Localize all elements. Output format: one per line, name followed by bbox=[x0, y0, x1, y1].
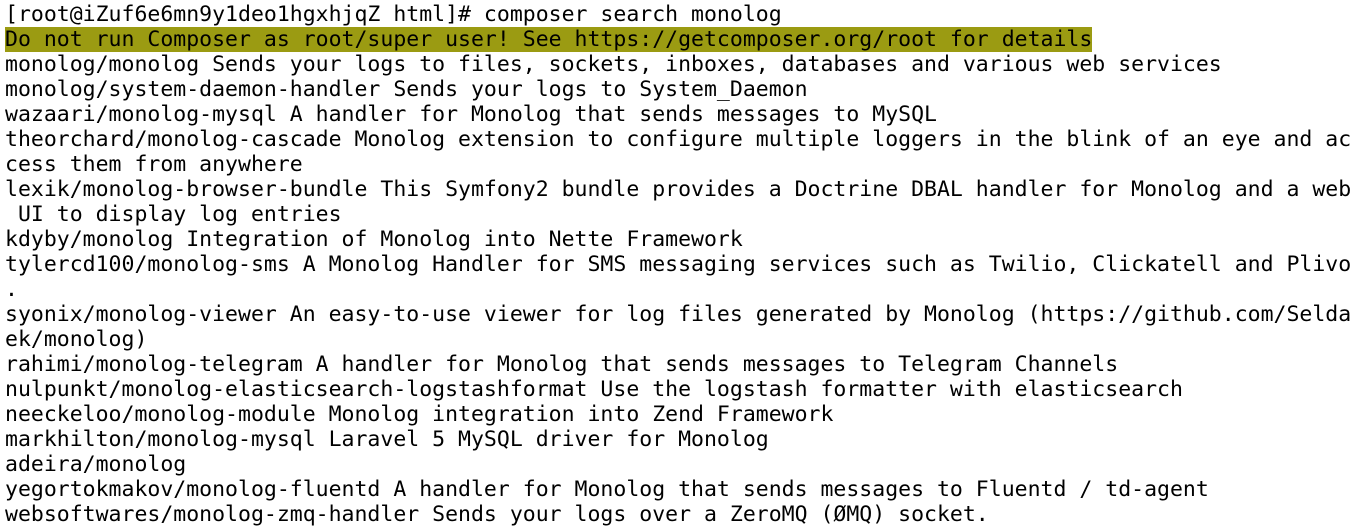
warning-text: Do not run Composer as root/super user! … bbox=[5, 27, 1093, 52]
warning-line: Do not run Composer as root/super user! … bbox=[5, 27, 1362, 52]
result-line: yegortokmakov/monolog-fluentd A handler … bbox=[5, 477, 1209, 502]
result-line: nulpunkt/monolog-elasticsearch-logstashf… bbox=[5, 377, 1183, 402]
result-line: syonix/monolog-viewer An easy-to-use vie… bbox=[5, 302, 1352, 327]
result-line: ek/monolog) bbox=[5, 327, 148, 352]
result-line: monolog/monolog Sends your logs to files… bbox=[5, 52, 1222, 77]
result-line: UI to display log entries bbox=[5, 202, 342, 227]
result-line: tylercd100/monolog-sms A Monolog Handler… bbox=[5, 252, 1352, 277]
result-line: monolog/system-daemon-handler Sends your… bbox=[5, 77, 808, 102]
result-line: theorchard/monolog-cascade Monolog exten… bbox=[5, 127, 1352, 152]
result-line: cess them from anywhere bbox=[5, 152, 303, 177]
result-line: rahimi/monolog-telegram A handler for Mo… bbox=[5, 352, 1119, 377]
result-line: kdyby/monolog Integration of Monolog int… bbox=[5, 227, 743, 252]
terminal-window[interactable]: [root@iZuf6e6mn9y1deo1hgxhjqZ html]# com… bbox=[0, 0, 1362, 530]
result-line: websoftwares/monolog-zmq-handler Sends y… bbox=[5, 502, 989, 527]
result-line: . bbox=[5, 277, 18, 302]
result-line: lexik/monolog-browser-bundle This Symfon… bbox=[5, 177, 1352, 202]
result-line: adeira/monolog bbox=[5, 452, 187, 477]
result-line: wazaari/monolog-mysql A handler for Mono… bbox=[5, 102, 937, 127]
result-line: markhilton/monolog-mysql Laravel 5 MySQL… bbox=[5, 427, 769, 452]
command-prompt-line: [root@iZuf6e6mn9y1deo1hgxhjqZ html]# com… bbox=[5, 2, 782, 27]
result-line: neeckeloo/monolog-module Monolog integra… bbox=[5, 402, 834, 427]
search-results: monolog/monolog Sends your logs to files… bbox=[5, 52, 1362, 527]
